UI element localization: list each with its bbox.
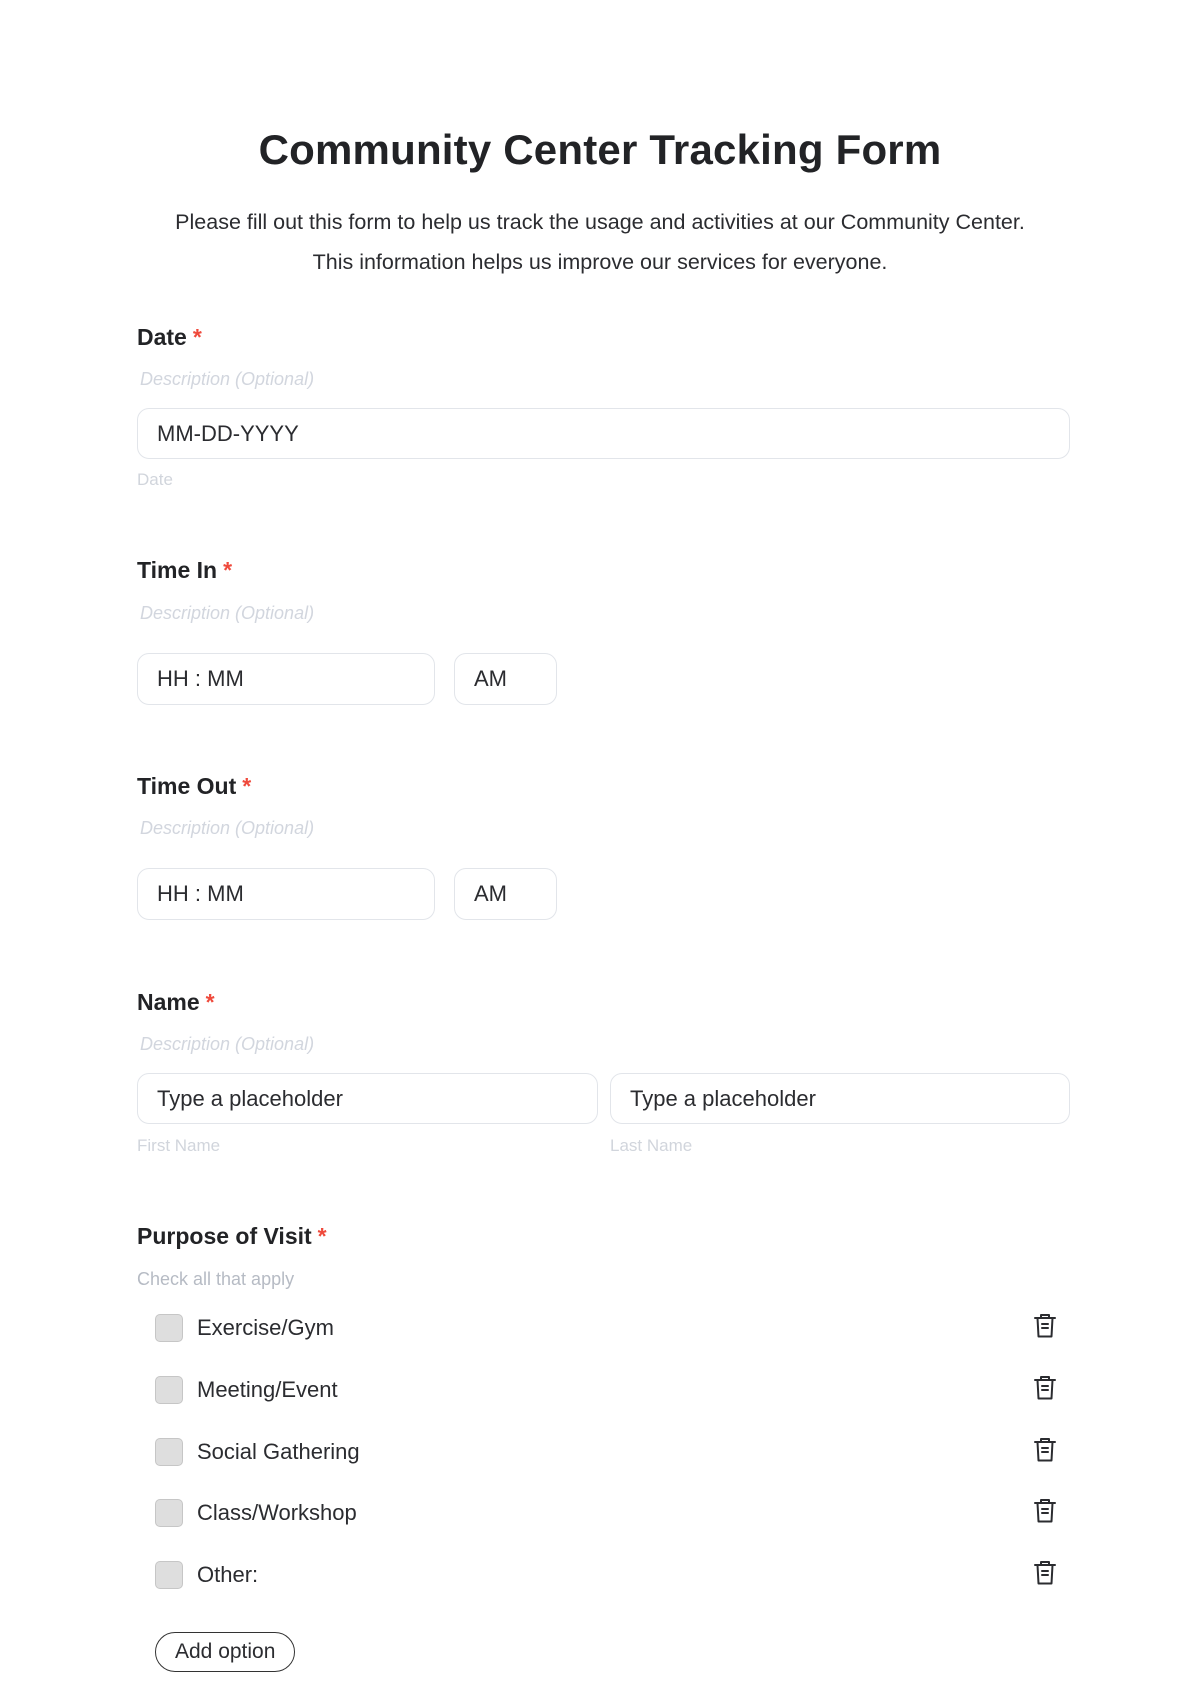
name-label: Name * <box>137 989 215 1016</box>
date-description[interactable]: Description (Optional) <box>140 369 314 390</box>
option-label: Class/Workshop <box>197 1500 357 1525</box>
option-other[interactable]: Other: <box>155 1560 258 1590</box>
option-social-gathering[interactable]: Social Gathering <box>155 1437 360 1467</box>
option-label: Meeting/Event <box>197 1377 338 1402</box>
date-helper: Date <box>137 470 173 489</box>
form-title: Community Center Tracking Form <box>258 126 942 173</box>
required-asterisk: * <box>192 324 202 350</box>
time-in-label: Time In * <box>137 557 232 584</box>
option-meeting-event[interactable]: Meeting/Event <box>155 1375 338 1405</box>
trash-icon[interactable] <box>1034 1560 1056 1586</box>
time-out-label-text: Time Out <box>137 773 237 799</box>
time-out-period-select[interactable]: AM <box>454 868 557 920</box>
time-in-description[interactable]: Description (Optional) <box>140 603 314 624</box>
required-asterisk: * <box>242 773 252 799</box>
checkbox[interactable] <box>155 1499 183 1527</box>
name-label-text: Name <box>137 989 200 1015</box>
time-in-input[interactable]: HH : MM <box>137 653 435 705</box>
option-exercise-gym[interactable]: Exercise/Gym <box>155 1313 334 1343</box>
checkbox[interactable] <box>155 1376 183 1404</box>
purpose-label: Purpose of Visit * <box>137 1223 327 1250</box>
time-out-description[interactable]: Description (Optional) <box>140 818 314 839</box>
option-class-workshop[interactable]: Class/Workshop <box>155 1498 357 1528</box>
first-name-helper: First Name <box>137 1136 221 1155</box>
purpose-label-text: Purpose of Visit <box>137 1223 312 1249</box>
time-out-label: Time Out * <box>137 773 251 800</box>
trash-icon[interactable] <box>1034 1313 1056 1339</box>
time-in-period-select[interactable]: AM <box>454 653 557 705</box>
required-asterisk: * <box>205 989 215 1015</box>
time-out-input[interactable]: HH : MM <box>137 868 435 920</box>
add-option-button[interactable]: Add option <box>155 1632 296 1672</box>
time-in-label-text: Time In <box>137 557 218 583</box>
checkbox[interactable] <box>155 1314 183 1342</box>
option-label: Exercise/Gym <box>197 1315 334 1340</box>
trash-icon[interactable] <box>1034 1375 1056 1401</box>
form-intro: Please fill out this form to help us tra… <box>175 210 1025 274</box>
date-label: Date * <box>137 324 202 351</box>
first-name-input[interactable]: Type a placeholder <box>137 1073 598 1124</box>
required-asterisk: * <box>223 557 233 583</box>
last-name-input[interactable]: Type a placeholder <box>610 1073 1070 1124</box>
option-label: Other: <box>197 1562 259 1587</box>
option-label: Social Gathering <box>197 1439 360 1464</box>
name-description[interactable]: Description (Optional) <box>140 1034 314 1055</box>
trash-icon[interactable] <box>1034 1437 1056 1463</box>
required-asterisk: * <box>317 1223 327 1249</box>
date-input[interactable]: MM-DD-YYYY <box>137 408 1070 459</box>
date-label-text: Date <box>137 324 187 350</box>
checkbox[interactable] <box>155 1561 183 1589</box>
checkbox[interactable] <box>155 1438 183 1466</box>
purpose-hint: Check all that apply <box>137 1269 295 1289</box>
last-name-helper: Last Name <box>610 1136 693 1155</box>
trash-icon[interactable] <box>1034 1498 1056 1524</box>
